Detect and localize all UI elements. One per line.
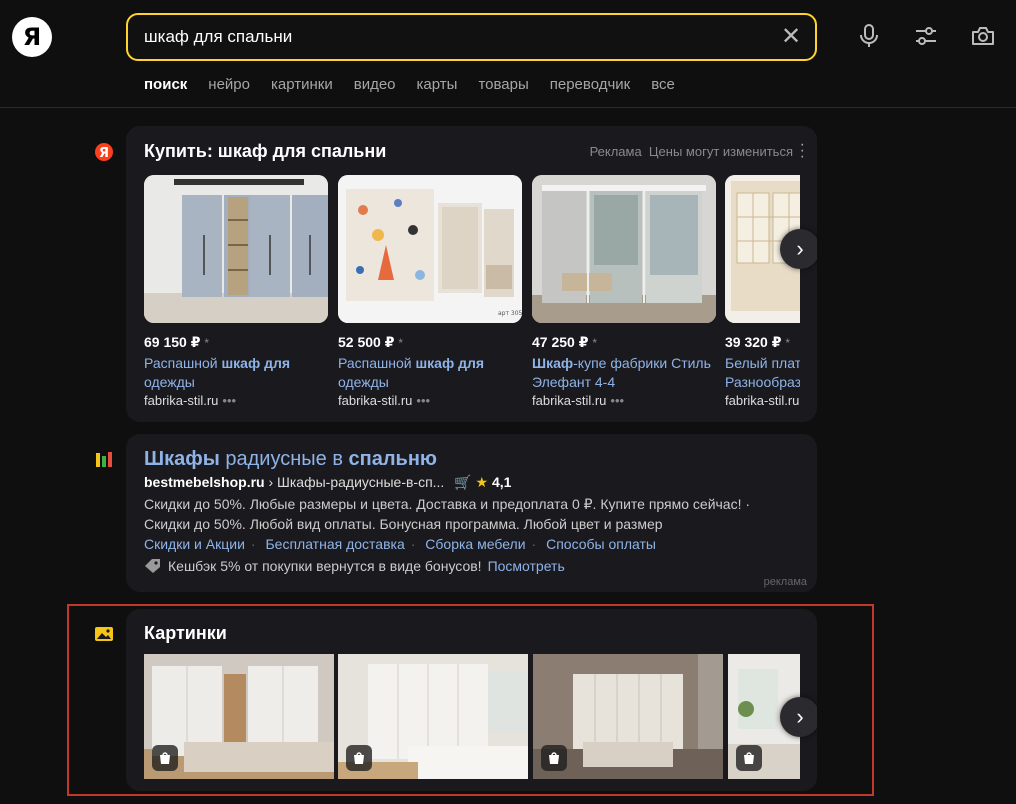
star-icon: ★ bbox=[475, 474, 489, 490]
clear-icon[interactable]: ✕ bbox=[779, 25, 803, 49]
site-favicon-icon bbox=[96, 452, 112, 467]
shopping-bag-icon[interactable] bbox=[736, 745, 762, 771]
more-icon: ••• bbox=[222, 393, 237, 408]
search-box[interactable]: ✕ bbox=[126, 13, 817, 61]
product-image[interactable]: арт 305-4 bbox=[338, 175, 522, 323]
images-title[interactable]: Картинки bbox=[144, 623, 227, 644]
microphone-icon[interactable] bbox=[855, 22, 883, 50]
chevron-right-icon: › bbox=[796, 236, 804, 261]
product-image[interactable] bbox=[532, 175, 716, 323]
shopping-bag-icon[interactable] bbox=[541, 745, 567, 771]
tag-icon bbox=[145, 559, 160, 573]
sitelink[interactable]: Скидки и Акции bbox=[144, 536, 245, 552]
product-shop[interactable]: fabrika-stil.ru ••• bbox=[532, 393, 716, 408]
filters-icon[interactable] bbox=[912, 22, 940, 50]
more-icon: ••• bbox=[416, 393, 431, 408]
sitelink[interactable]: Способы оплаты bbox=[546, 536, 656, 552]
images-card: Картинки › bbox=[126, 609, 817, 791]
cashback-text: Кешбэк 5% от покупки вернутся в виде бон… bbox=[168, 558, 482, 574]
search-tabs: поиск нейро картинки видео карты товары … bbox=[144, 76, 696, 93]
product-card[interactable]: 69 150 ₽ * Распашной шкаф для одежды fab… bbox=[144, 175, 328, 408]
shopping-card: Купить: шкаф для спальни Реклама Цены мо… bbox=[126, 126, 817, 422]
product-title[interactable]: Белый плат Разнообраз bbox=[725, 354, 800, 392]
tab-all[interactable]: все bbox=[651, 76, 675, 93]
cashback-row: Кешбэк 5% от покупки вернутся в виде бон… bbox=[144, 558, 565, 574]
product-carousel: 69 150 ₽ * Распашной шкаф для одежды fab… bbox=[144, 175, 800, 415]
shopping-bag-icon[interactable] bbox=[346, 745, 372, 771]
svg-text:Я: Я bbox=[99, 146, 109, 161]
product-price: 69 150 ₽ * bbox=[144, 334, 210, 350]
tab-images[interactable]: картинки bbox=[271, 76, 333, 93]
ad-notice: Реклама Цены могут измениться bbox=[589, 144, 793, 159]
product-price: 47 250 ₽ * bbox=[532, 334, 598, 350]
tab-video[interactable]: видео bbox=[354, 76, 396, 93]
images-icon bbox=[95, 627, 113, 641]
header: Я ✕ поиск нейро картинки видео карты тов… bbox=[0, 0, 1016, 108]
product-shop[interactable]: fabrika-stil.ru bbox=[725, 393, 800, 408]
product-shop[interactable]: fabrika-stil.ru ••• bbox=[338, 393, 522, 408]
product-title[interactable]: Распашной шкаф для одежды bbox=[144, 354, 328, 392]
rating-value: 4,1 bbox=[492, 474, 512, 490]
svg-text:арт 305-4: арт 305-4 bbox=[498, 310, 522, 317]
camera-search-icon[interactable] bbox=[969, 22, 997, 50]
product-title[interactable]: Распашной шкаф для одежды bbox=[338, 354, 522, 392]
tab-translator[interactable]: переводчик bbox=[550, 76, 630, 93]
carousel-next-button[interactable]: › bbox=[780, 229, 817, 269]
product-card[interactable]: 39 320 ₽ * Белый плат Разнообраз fabrika… bbox=[725, 175, 800, 408]
ad-label: реклама bbox=[763, 576, 807, 588]
ad-title[interactable]: Шкафы радиусные в спальню bbox=[144, 448, 437, 471]
product-shop[interactable]: fabrika-stil.ru ••• bbox=[144, 393, 328, 408]
sitelink[interactable]: Сборка мебели bbox=[425, 536, 525, 552]
product-card[interactable]: 47 250 ₽ * Шкаф-купе фабрики Стиль Элефа… bbox=[532, 175, 716, 408]
more-icon: ••• bbox=[610, 393, 625, 408]
tab-goods[interactable]: товары bbox=[478, 76, 528, 93]
ad-sitelinks: Скидки и Акции · Бесплатная доставка · Сбо… bbox=[144, 536, 656, 552]
image-thumbnail[interactable] bbox=[144, 654, 334, 779]
images-carousel bbox=[144, 654, 800, 780]
image-thumbnail[interactable] bbox=[338, 654, 528, 779]
sitelink[interactable]: Бесплатная доставка bbox=[265, 536, 404, 552]
product-card[interactable]: арт 305-4 52 500 ₽ * Распашной шкаф для … bbox=[338, 175, 522, 408]
product-price: 52 500 ₽ * bbox=[338, 334, 404, 350]
shopping-bag-icon[interactable] bbox=[152, 745, 178, 771]
shopping-title[interactable]: Купить: шкаф для спальни bbox=[144, 141, 386, 162]
product-title[interactable]: Шкаф-купе фабрики Стиль Элефант 4-4 bbox=[532, 354, 716, 392]
cart-icon: 🛒 bbox=[454, 474, 472, 490]
yandex-logo[interactable]: Я bbox=[12, 17, 52, 57]
tab-neuro[interactable]: нейро bbox=[208, 76, 250, 93]
image-thumbnail[interactable] bbox=[533, 654, 723, 779]
chevron-right-icon: › bbox=[796, 704, 804, 729]
tab-search[interactable]: поиск bbox=[144, 76, 187, 93]
ad-url[interactable]: bestmebelshop.ru › Шкафы-радиусные-в-сп.… bbox=[144, 474, 511, 491]
search-input[interactable] bbox=[144, 15, 764, 59]
more-vertical-icon[interactable]: · · · bbox=[800, 137, 805, 165]
ad-description: Скидки до 50%. Любые размеры и цвета. До… bbox=[144, 496, 751, 532]
cashback-link[interactable]: Посмотреть bbox=[488, 558, 565, 574]
yandex-market-icon: Я bbox=[95, 143, 113, 161]
ad-card: Шкафы радиусные в спальню bestmebelshop.… bbox=[126, 434, 817, 592]
product-image[interactable] bbox=[144, 175, 328, 323]
carousel-next-button[interactable]: › bbox=[780, 697, 817, 737]
tab-maps[interactable]: карты bbox=[417, 76, 458, 93]
product-price: 39 320 ₽ * bbox=[725, 334, 791, 350]
